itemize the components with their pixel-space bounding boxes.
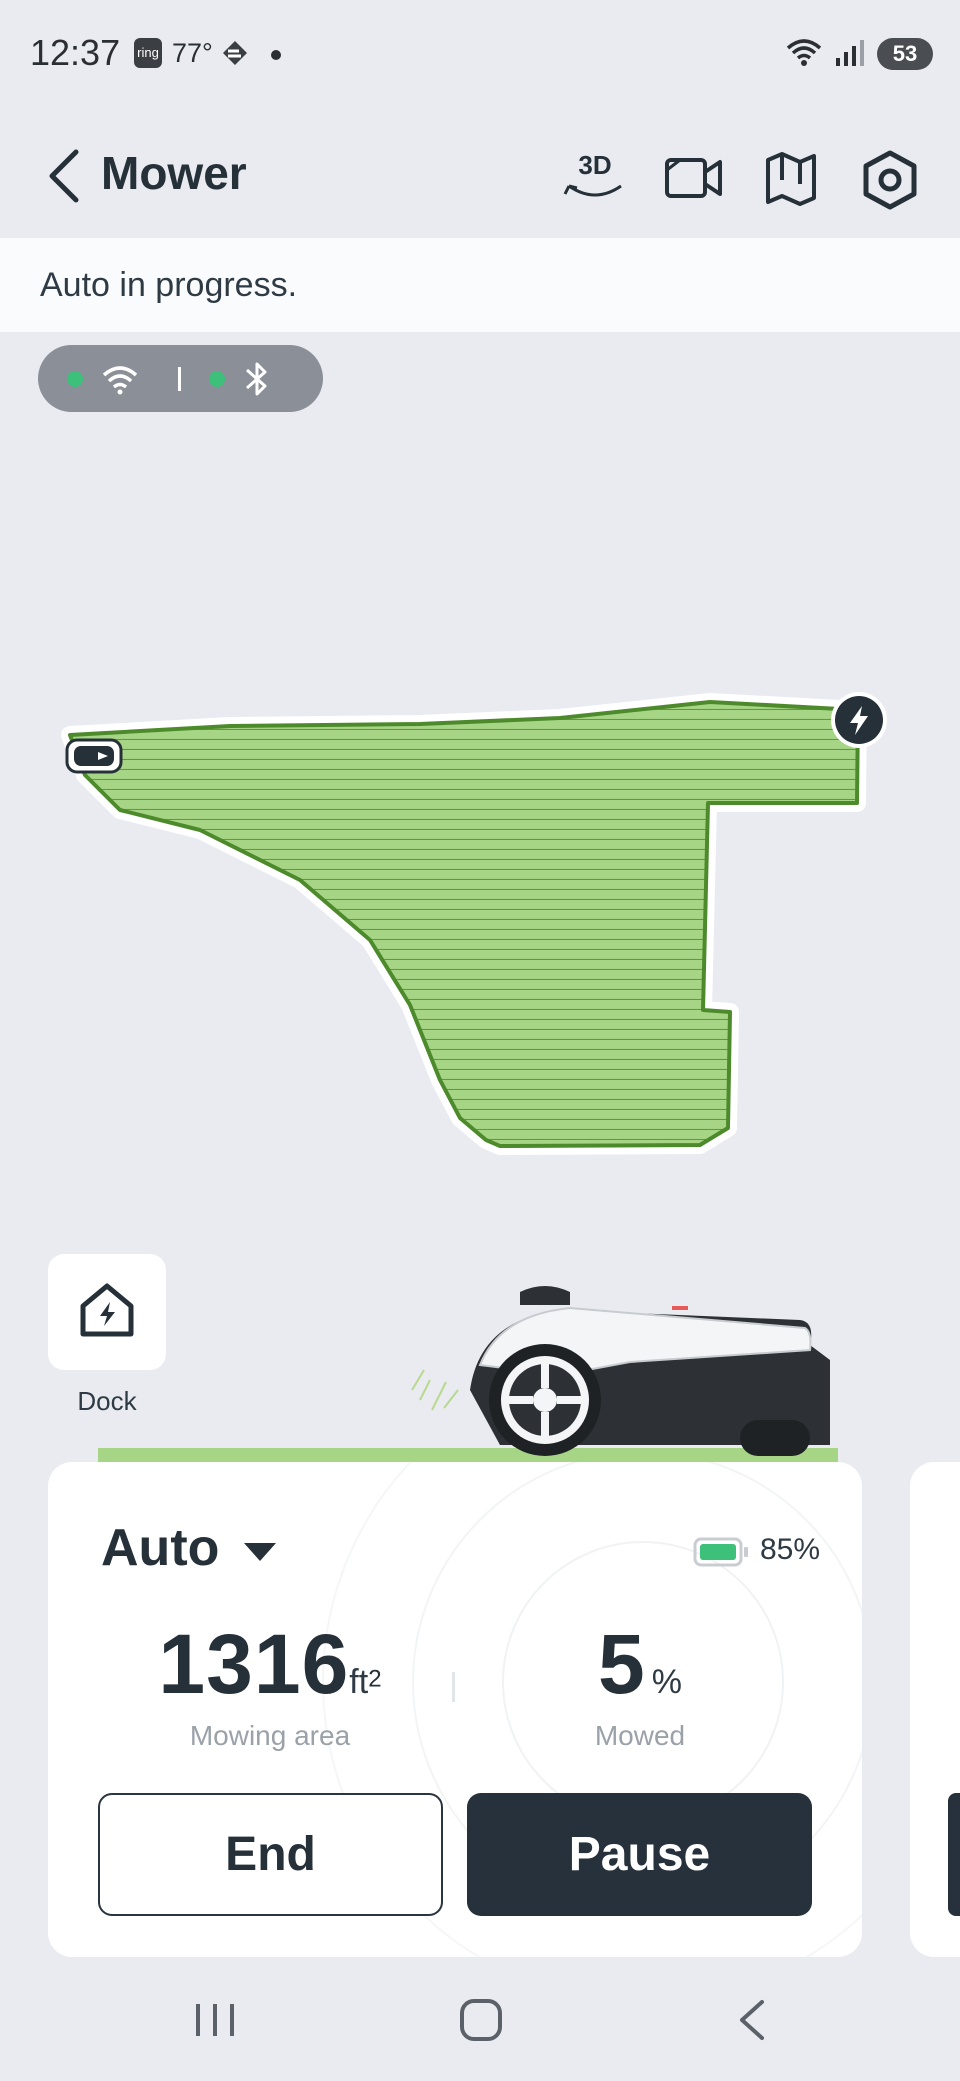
mode-selector[interactable]: Auto xyxy=(101,1518,219,1578)
dock-button[interactable] xyxy=(48,1254,166,1370)
notification-dot xyxy=(271,50,281,60)
wifi-status-dot xyxy=(67,371,83,387)
map-icon[interactable] xyxy=(764,150,818,206)
battery-percentage: 85% xyxy=(760,1533,821,1566)
mower-position-icon xyxy=(65,738,123,774)
divider xyxy=(178,367,181,391)
chevron-down-icon[interactable] xyxy=(242,1541,278,1563)
next-card-button[interactable] xyxy=(948,1793,960,1916)
wifi-icon xyxy=(102,366,138,395)
stats-divider xyxy=(452,1672,455,1702)
home-icon[interactable] xyxy=(458,1997,504,2043)
camera-icon[interactable] xyxy=(664,152,724,204)
mowing-area-caption: Mowing area xyxy=(189,1720,351,1751)
mower-illustration xyxy=(411,1286,830,1456)
ring-icon: ring xyxy=(134,38,162,68)
mowing-area-value: 1316 xyxy=(158,1617,350,1711)
status-battery: 53 xyxy=(877,38,933,70)
mowed-value: 5 xyxy=(598,1617,646,1711)
bluetooth-icon xyxy=(246,362,267,396)
mowed-unit: % xyxy=(651,1663,682,1701)
mowed-caption: Mowed xyxy=(594,1720,686,1751)
mowing-area-unit: ft xyxy=(349,1663,369,1701)
mowed-stat: 5% xyxy=(490,1616,790,1713)
mowing-area-exponent: 2 xyxy=(368,1665,382,1693)
settings-icon[interactable] xyxy=(862,150,918,210)
back-icon[interactable] xyxy=(44,148,84,204)
weather-icon xyxy=(223,41,247,65)
nav-back-icon[interactable] xyxy=(734,1998,770,2042)
3d-label: 3D xyxy=(578,150,612,180)
status-time: 12:37 xyxy=(30,32,121,73)
3d-view-icon[interactable]: 3D xyxy=(563,150,627,206)
status-banner-text: Auto in progress. xyxy=(40,266,298,304)
connectivity-status xyxy=(38,345,323,412)
bluetooth-status-dot xyxy=(209,371,225,387)
pause-button[interactable]: Pause xyxy=(467,1793,812,1916)
mowing-area-stat: 1316ft2 xyxy=(120,1616,420,1713)
dock-icon xyxy=(80,1283,134,1337)
status-temperature: 77° xyxy=(172,38,213,68)
signal-icon xyxy=(836,40,864,66)
wifi-icon xyxy=(786,39,822,66)
dock-label: Dock xyxy=(77,1386,137,1416)
lawn-map[interactable] xyxy=(0,660,960,1180)
end-button[interactable]: End xyxy=(98,1793,443,1916)
page-title: Mower xyxy=(101,147,247,199)
battery-icon xyxy=(693,1537,748,1567)
recents-icon[interactable] xyxy=(190,2000,240,2040)
lawn-area xyxy=(68,700,860,1148)
charging-station-icon xyxy=(831,692,887,748)
